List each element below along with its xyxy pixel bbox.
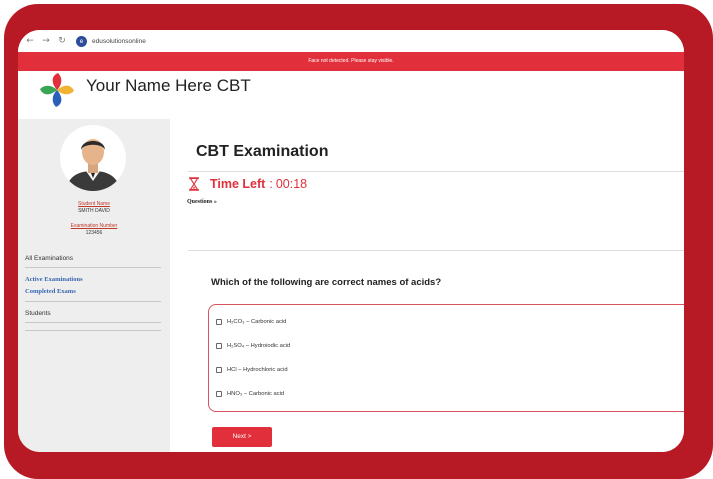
- page-title: CBT Examination: [196, 143, 329, 160]
- timer: Time Left : 00:18: [188, 177, 307, 191]
- sidebar-divider: [25, 301, 161, 302]
- questions-divider: [188, 250, 684, 251]
- option-label: H₂CO₃ – Carbonic acid: [227, 319, 287, 325]
- back-icon[interactable]: ←: [22, 36, 38, 46]
- option-label: HNO₃ – Carbonic acid: [227, 391, 285, 397]
- pinwheel-logo: [40, 73, 74, 107]
- checkbox[interactable]: [216, 343, 222, 349]
- student-name-label[interactable]: Student Name: [18, 201, 170, 207]
- browser-toolbar: ← → ↻ e edusolutionsonline: [18, 30, 684, 52]
- checkbox[interactable]: [216, 319, 222, 325]
- exam-number-value: 123456: [85, 230, 103, 236]
- questions-link[interactable]: Questions »: [187, 199, 217, 205]
- proctor-warning-banner: Face not detected. Please stay visible.: [18, 52, 684, 71]
- title-divider: [188, 171, 684, 172]
- option-label: HCl – Hydrochloric acid: [227, 367, 288, 373]
- time-left-label: Time Left: [210, 177, 266, 191]
- exam-panel: CBT Examination Time Left : 00:18 Questi…: [170, 119, 684, 452]
- time-left-value: 00:18: [275, 177, 308, 191]
- checkbox[interactable]: [216, 391, 222, 397]
- checkbox[interactable]: [216, 367, 222, 373]
- sidebar-item-students[interactable]: Students: [25, 310, 51, 317]
- forward-icon[interactable]: →: [38, 36, 54, 46]
- sidebar-item-completed-exams[interactable]: Completed Exams: [25, 288, 76, 295]
- sidebar-divider: [25, 322, 161, 323]
- student-name-value: SMITH DAVID: [78, 208, 110, 214]
- sidebar-divider: [25, 267, 161, 268]
- sidebar-divider: [25, 330, 161, 331]
- option-2[interactable]: H₂SO₄ – Hydroiodic acid: [216, 343, 290, 349]
- brand-name[interactable]: Your Name Here CBT: [86, 76, 251, 96]
- option-3[interactable]: HCl – Hydrochloric acid: [216, 367, 288, 373]
- user-avatar: [60, 125, 126, 191]
- option-4[interactable]: HNO₃ – Carbonic acid: [216, 391, 284, 397]
- answer-options: H₂CO₃ – Carbonic acid H₂SO₄ – Hydroiodic…: [208, 304, 684, 412]
- sidebar: Student Name SMITH DAVID Examination Num…: [18, 119, 170, 452]
- time-separator: :: [269, 177, 273, 191]
- site-header: Your Name Here CBT: [18, 71, 684, 119]
- option-1[interactable]: H₂CO₃ – Carbonic acid: [216, 319, 286, 325]
- reload-icon[interactable]: ↻: [54, 36, 70, 46]
- hourglass-icon: [189, 177, 199, 191]
- question-text: Which of the following are correct names…: [211, 277, 442, 288]
- avatar-figure: [66, 139, 120, 191]
- site-favicon-icon: e: [76, 35, 87, 47]
- sidebar-item-all-examinations[interactable]: All Examinations: [25, 255, 73, 262]
- next-button[interactable]: Next >: [212, 427, 272, 447]
- exam-number-label[interactable]: Examination Number: [18, 223, 170, 229]
- address-bar[interactable]: edusolutionsonline: [92, 38, 146, 45]
- sidebar-item-active-examinations[interactable]: Active Examinations: [25, 276, 83, 283]
- screen: ← → ↻ e edusolutionsonline Face not dete…: [18, 30, 684, 452]
- option-label: H₂SO₄ – Hydroiodic acid: [227, 343, 291, 349]
